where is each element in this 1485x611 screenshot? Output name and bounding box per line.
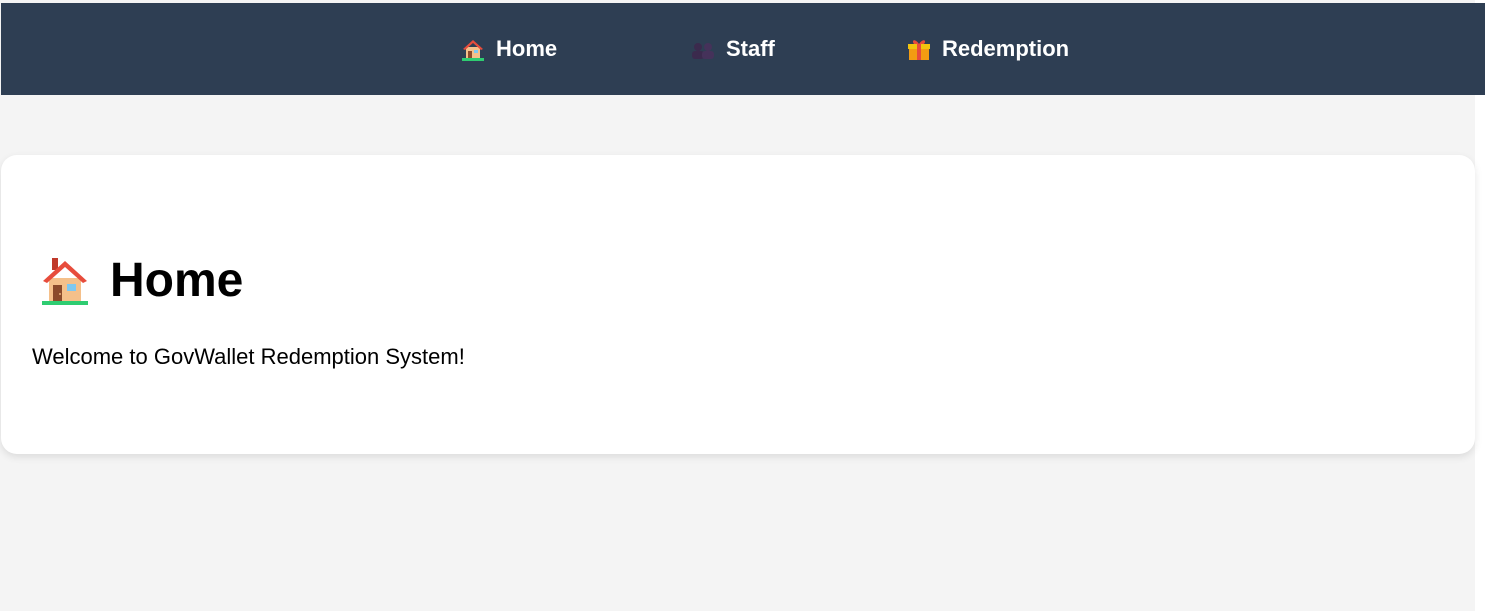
nav-item-label: Redemption (942, 36, 1070, 61)
nav-item-staff[interactable]: Staff (690, 3, 775, 95)
house-icon (460, 36, 486, 62)
top-navbar: Home Staff Redemption (1, 3, 1485, 95)
people-icon (690, 36, 716, 62)
house-icon (38, 254, 92, 308)
nav-item-label: Home (496, 36, 558, 61)
page-title-text: Home (110, 254, 244, 307)
nav-item-redemption[interactable]: Redemption (906, 3, 1069, 95)
nav-item-home[interactable]: Home (460, 3, 557, 95)
welcome-message: Welcome to GovWallet Redemption System! (32, 344, 465, 369)
gift-icon (906, 36, 932, 62)
content-card: Home Welcome to GovWallet Redemption Sys… (1, 155, 1475, 454)
page-title: Home (38, 253, 243, 309)
nav-item-label: Staff (726, 36, 775, 61)
